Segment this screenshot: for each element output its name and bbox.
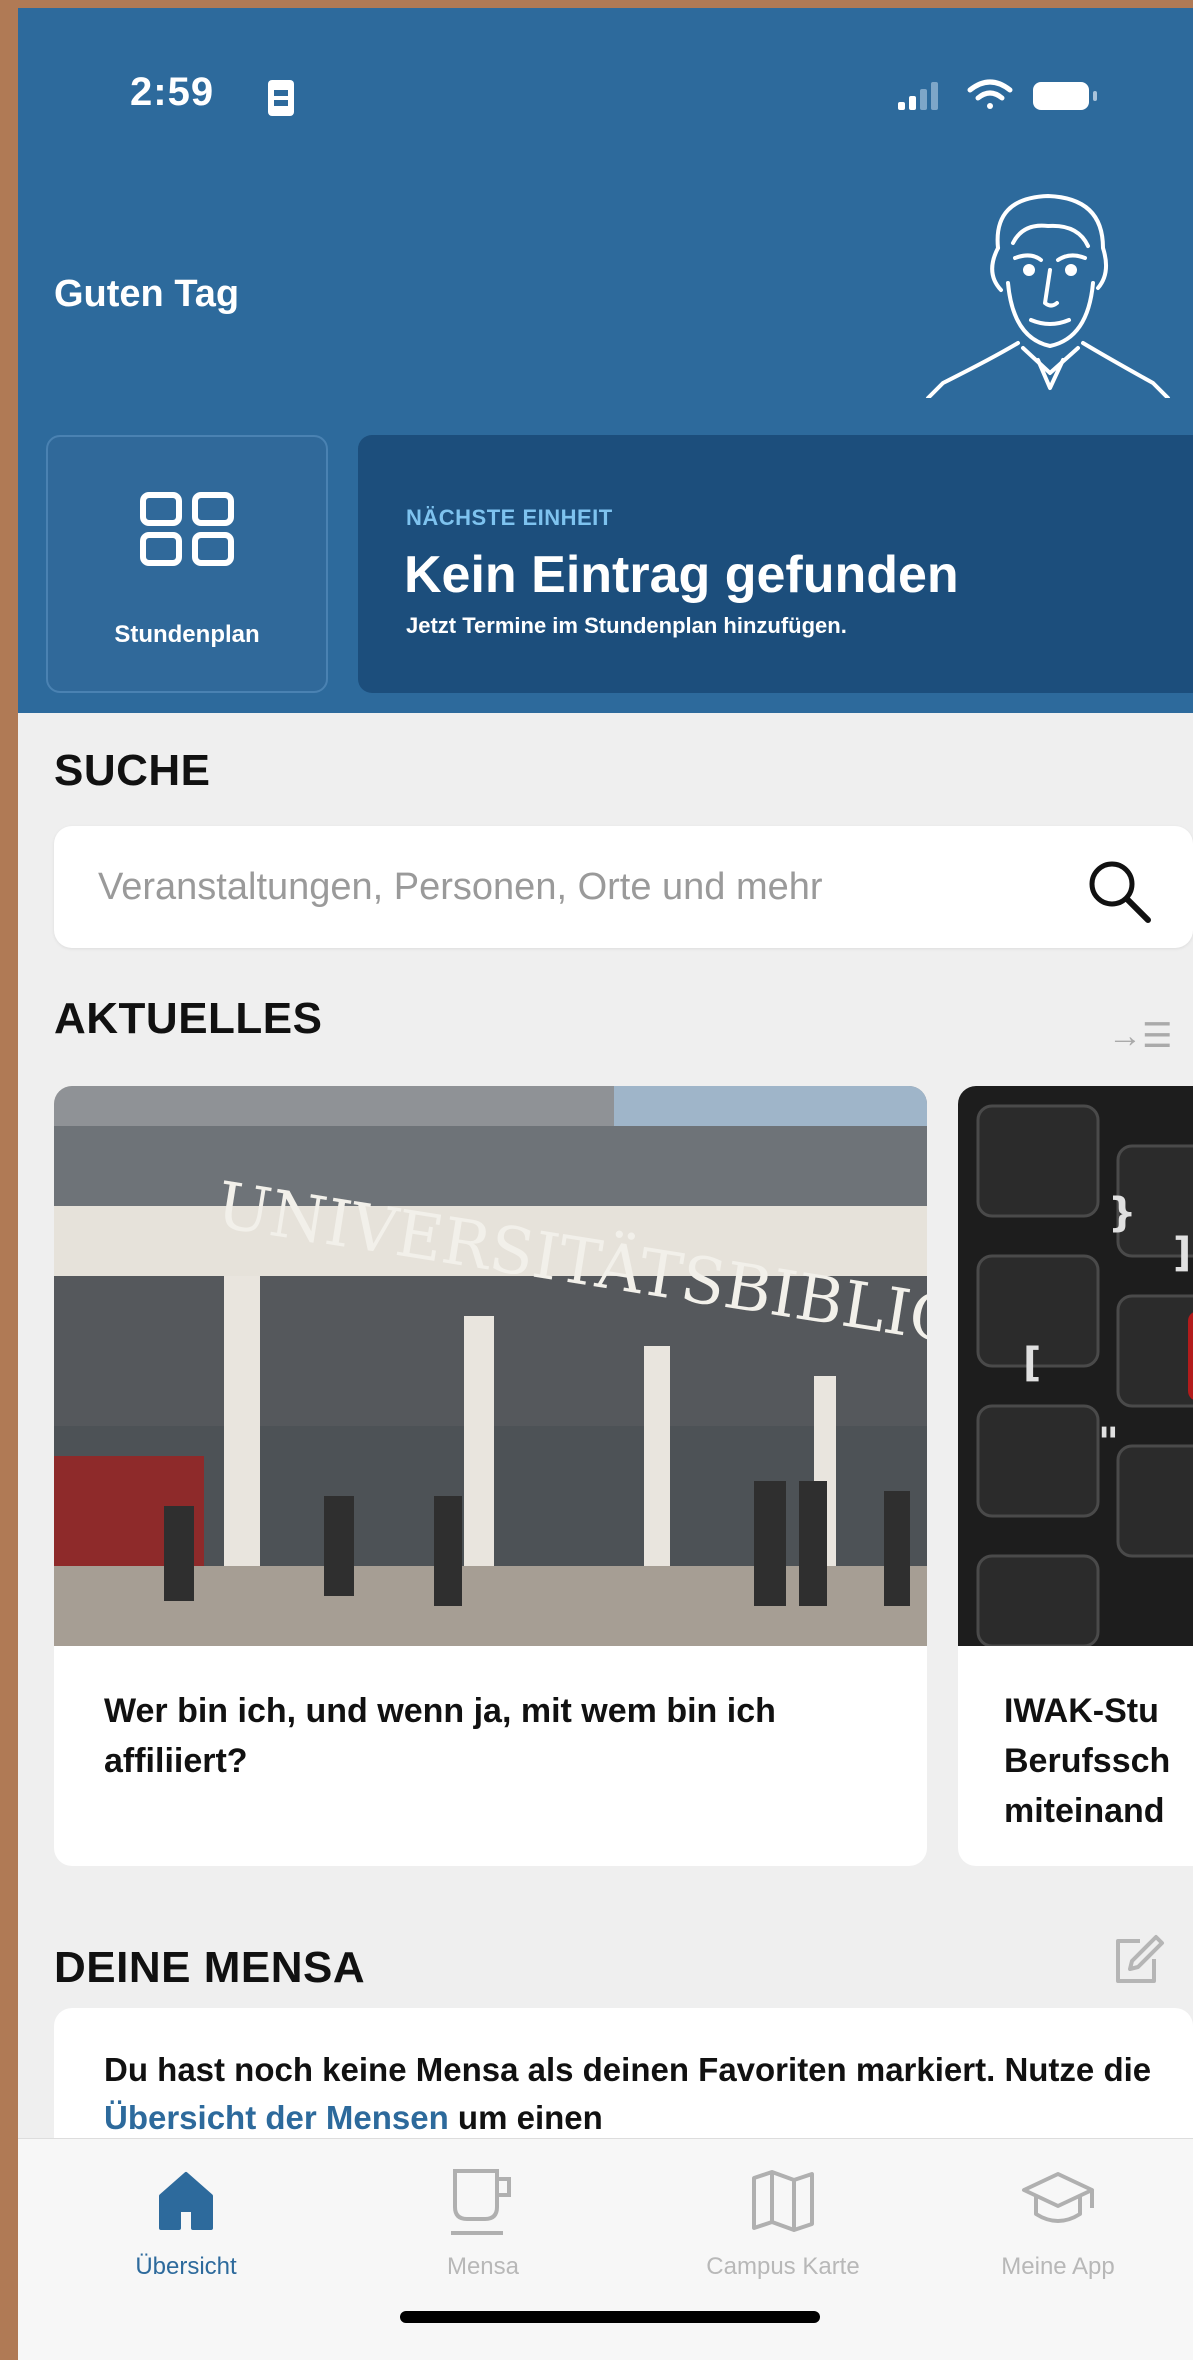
tab-label: Übersicht xyxy=(135,2253,237,2280)
keyboard-image: } ] [ " xyxy=(958,1086,1193,1646)
status-time: 2:59 xyxy=(130,70,215,114)
mensa-overview-link[interactable]: Übersicht der Mensen xyxy=(104,2099,449,2136)
greeting: Guten Tag xyxy=(54,273,240,315)
tab-meine-app[interactable]: Meine App xyxy=(938,2161,1178,2281)
signal-icon xyxy=(898,82,938,110)
map-icon xyxy=(752,2170,814,2232)
grid-icon xyxy=(140,492,234,566)
status-icons xyxy=(898,79,1097,110)
sim-card-icon xyxy=(268,80,294,116)
graduation-cap-icon xyxy=(1022,2172,1094,2223)
search-placeholder: Veranstaltungen, Personen, Orte und mehr xyxy=(98,866,823,908)
news-card-title: IWAK-Stu Berufssch miteinand xyxy=(1004,1692,1171,1830)
expand-list-icon[interactable]: →☰ xyxy=(1108,1016,1172,1056)
next-unit-headline: Kein Eintrag gefunden xyxy=(404,546,959,604)
news-card-title: Wer bin ich, und wenn ja, mit wem bin ic… xyxy=(104,1692,776,1780)
wifi-icon xyxy=(967,79,1013,109)
battery-icon xyxy=(1033,82,1097,110)
home-icon xyxy=(159,2172,213,2230)
library-building-image: UNIVERSITÄTSBIBLIOTHEK xyxy=(54,1086,927,1646)
cup-icon xyxy=(451,2169,511,2235)
search-icon[interactable] xyxy=(1084,856,1154,926)
svg-text:}: } xyxy=(1108,1190,1136,1236)
news-card[interactable]: UNIVERSITÄTSBIBLIOTHEK Wer bin ich, und … xyxy=(54,1086,927,1866)
svg-text:]: ] xyxy=(1173,1230,1191,1276)
mensa-text-start: Du hast noch keine Mensa als deinen Favo… xyxy=(104,2051,1152,2088)
news-card[interactable]: } ] [ " IWAK-Stu Berufssch miteinand xyxy=(958,1086,1193,1866)
tab-label: Mensa xyxy=(446,2253,520,2280)
header: 2:59 Guten Tag Stundenplan NÄCHSTE EINHE… xyxy=(18,8,1193,713)
stundenplan-button[interactable]: Stundenplan xyxy=(46,435,328,693)
tab-mensa[interactable]: Mensa xyxy=(363,2161,603,2281)
goethe-logo xyxy=(926,194,1170,398)
news-section-title: AKTUELLES xyxy=(54,994,323,1043)
mensa-text-end: um einen xyxy=(448,2099,603,2136)
next-unit-card[interactable]: NÄCHSTE EINHEIT Kein Eintrag gefunden Je… xyxy=(358,435,1193,693)
home-indicator[interactable] xyxy=(400,2311,820,2323)
next-unit-subtitle: Jetzt Termine im Stundenplan hinzufügen. xyxy=(406,613,847,638)
tab-bar: Übersicht Mensa Campus Karte Meine App xyxy=(18,2138,1193,2360)
tab-label: Meine App xyxy=(1001,2253,1115,2280)
search-section-title: SUCHE xyxy=(54,746,211,795)
mensa-text: Du hast noch keine Mensa als deinen Favo… xyxy=(104,2046,1153,2142)
edit-icon[interactable] xyxy=(1110,1933,1166,1989)
svg-text:[: [ xyxy=(1023,1340,1041,1386)
tab-uebersicht[interactable]: Übersicht xyxy=(66,2161,306,2281)
app-screen: 2:59 Guten Tag Stundenplan NÄCHSTE EINHE… xyxy=(18,8,1193,2360)
tab-campus-karte[interactable]: Campus Karte xyxy=(663,2161,903,2281)
next-unit-kicker: NÄCHSTE EINHEIT xyxy=(406,505,613,530)
tab-label: Campus Karte xyxy=(706,2253,860,2280)
svg-text:": " xyxy=(1098,1420,1119,1466)
stundenplan-label: Stundenplan xyxy=(114,621,260,648)
mensa-section-title: DEINE MENSA xyxy=(54,1943,366,1992)
search-input[interactable]: Veranstaltungen, Personen, Orte und mehr xyxy=(54,826,1193,948)
